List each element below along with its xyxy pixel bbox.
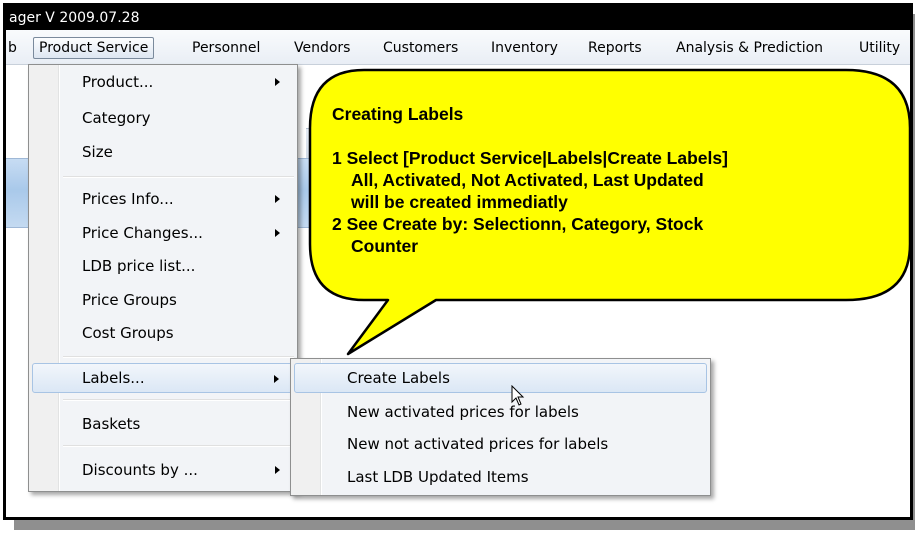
menu-item-label: New not activated prices for labels [347,435,609,453]
submenu-arrow-icon [275,195,280,203]
menu-item-price-groups[interactable]: Price Groups [32,285,294,315]
menu-item-new-activated-prices[interactable]: New activated prices for labels [294,397,707,427]
labels-submenu: Create Labels New activated prices for l… [290,358,711,496]
menu-personnel[interactable]: Personnel [186,37,266,59]
submenu-arrow-icon [274,375,279,383]
callout-line: will be created immediatly [351,192,568,212]
menu-separator [63,445,294,447]
menu-reports[interactable]: Reports [582,37,648,59]
menu-item-baskets[interactable]: Baskets [32,409,294,439]
menu-item-new-not-activated-prices[interactable]: New not activated prices for labels [294,429,707,459]
menu-product-service[interactable]: Product Service [33,37,155,59]
menu-item-label: LDB price list... [82,257,196,275]
menu-item-label: New activated prices for labels [347,403,579,421]
menu-item-label: Price Groups [82,291,177,309]
menu-item-label: Labels... [82,369,145,387]
title-bar: ager V 2009.07.28 [6,6,910,30]
menu-separator [63,176,294,178]
menu-vendors[interactable]: Vendors [288,37,356,59]
arrow-cursor-icon [511,385,525,406]
callout-line: All, Activated, Not Activated, Last Upda… [351,170,704,190]
callout-title: Creating Labels [332,104,464,124]
menu-item-label: Price Changes... [82,224,203,242]
submenu-arrow-icon [275,229,280,237]
menu-separator [63,399,294,401]
menu-item-cost-groups[interactable]: Cost Groups [32,318,294,348]
menu-item-label: Create Labels [347,369,450,387]
menu-item-product[interactable]: Product... [32,67,294,97]
submenu-arrow-icon [275,466,280,474]
callout-line: Counter [351,236,419,256]
callout-line: 2 See Create by: Selectionn, Category, S… [332,214,704,234]
window-title: ager V 2009.07.28 [9,10,140,26]
menu-utility[interactable]: Utility [853,37,906,59]
menu-item-labels[interactable]: Labels... [32,363,294,393]
menu-item-prices-info[interactable]: Prices Info... [32,184,294,214]
menu-help-partial[interactable]: b [6,37,23,59]
menu-customers[interactable]: Customers [377,37,464,59]
menu-item-label: Discounts by ... [82,461,198,479]
menu-item-create-labels[interactable]: Create Labels [294,363,707,393]
menu-item-label: Size [82,143,113,161]
menu-item-category[interactable]: Category [32,103,294,133]
menu-item-ldb-price-list[interactable]: LDB price list... [32,251,294,281]
menu-item-label: Prices Info... [82,190,174,208]
menu-separator [63,356,294,358]
menu-item-label: Last LDB Updated Items [347,468,529,486]
menu-bar: b Product Service Personnel Vendors Cust… [6,30,910,65]
menu-item-label: Category [82,109,151,127]
callout-line: 1 Select [Product Service|Labels|Create … [332,148,728,168]
submenu-arrow-icon [275,78,280,86]
menu-item-label: Cost Groups [82,324,174,342]
menu-item-last-ldb-updated[interactable]: Last LDB Updated Items [294,462,707,492]
product-service-menu: Product... Category Size Prices Info... … [28,64,298,492]
menu-analysis-prediction[interactable]: Analysis & Prediction [670,37,829,59]
menu-item-label: Baskets [82,415,141,433]
menu-item-size[interactable]: Size [32,137,294,167]
menu-item-label: Product... [82,73,154,91]
menu-item-price-changes[interactable]: Price Changes... [32,218,294,248]
callout-text: Creating Labels 1 Select [Product Servic… [332,103,892,257]
menu-item-discounts-by[interactable]: Discounts by ... [32,455,294,485]
menu-inventory[interactable]: Inventory [485,37,564,59]
